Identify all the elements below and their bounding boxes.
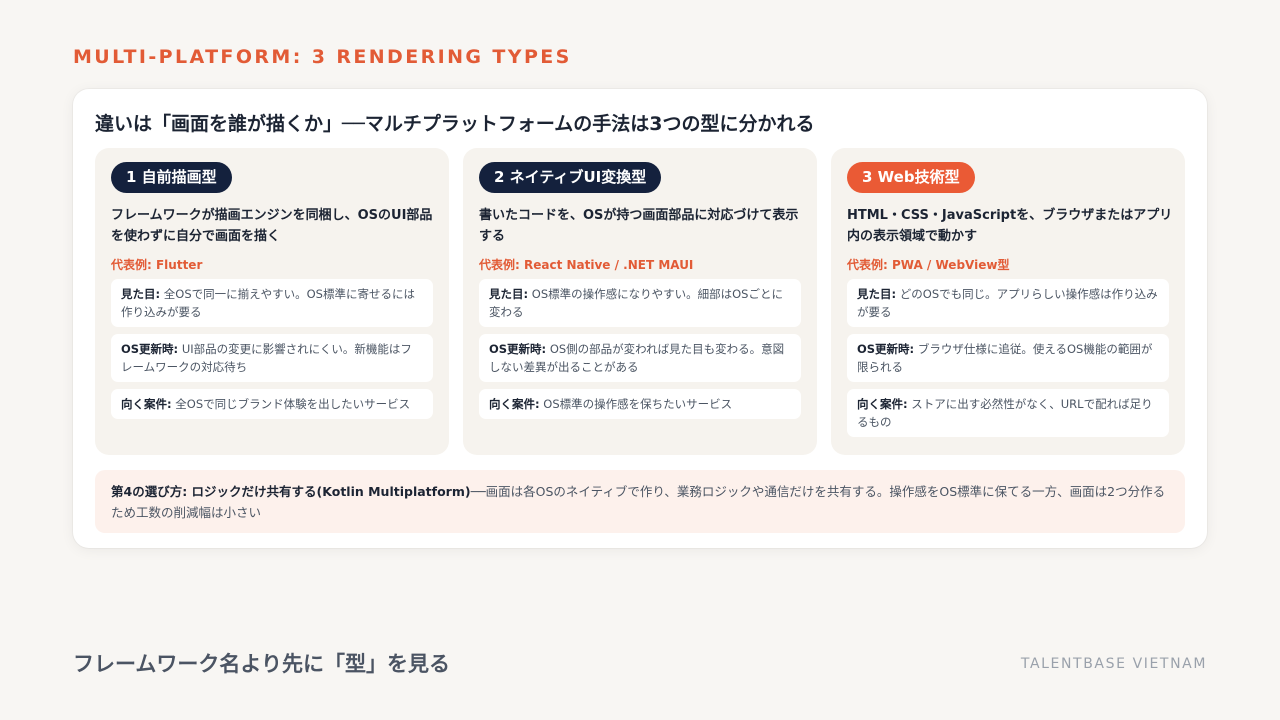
footer-title: フレームワーク名より先に「型」を見る (73, 652, 450, 676)
item-label: OS更新時: (121, 342, 179, 356)
type-badge: 1 自前描画型 (111, 162, 232, 193)
item-label: 見た目: (121, 287, 161, 301)
type-description: HTML・CSS・JavaScriptを、ブラウザまたはアプリ内の表示領域で動か… (847, 208, 1173, 244)
footer-brand: TALENTBASE VIETNAM (1020, 656, 1207, 672)
type-description: 書いたコードを、OSが持つ画面部品に対応づけて表示する (479, 208, 799, 244)
type-items: 見た目: どのOSでも同じ。アプリらしい操作感は作り込みが要る OS更新時: ブ… (847, 279, 1169, 444)
type-badge: 3 Web技術型 (847, 162, 975, 193)
list-item: 見た目: 全OSで同一に揃えやすい。OS標準に寄せるには作り込みが要る (111, 279, 433, 327)
item-label: OS更新時: (857, 342, 915, 356)
item-label: 見た目: (857, 287, 897, 301)
type-badge: 2 ネイティブUI変換型 (479, 162, 662, 193)
item-label: 向く案件: (489, 397, 540, 411)
list-item: OS更新時: ブラウザ仕様に追従。使えるOS機能の範囲が限られる (847, 334, 1169, 382)
list-item: 見た目: どのOSでも同じ。アプリらしい操作感は作り込みが要る (847, 279, 1169, 327)
item-label: 向く案件: (857, 397, 908, 411)
type-description: フレームワークが描画エンジンを同梱し、OSのUI部品を使わずに自分で画面を描く (111, 208, 433, 244)
item-text: どのOSでも同じ。アプリらしい操作感は作り込みが要る (857, 287, 1158, 319)
type-items: 見た目: 全OSで同一に揃えやすい。OS標準に寄せるには作り込みが要る OS更新… (111, 279, 433, 426)
type-example: 代表例: React Native / .NET MAUI (479, 258, 694, 272)
item-text: OS標準の操作感を保ちたいサービス (543, 397, 733, 411)
item-text: OS標準の操作感になりやすい。細部はOSごとに変わる (489, 287, 783, 319)
item-label: 見た目: (489, 287, 529, 301)
type-items: 見た目: OS標準の操作感になりやすい。細部はOSごとに変わる OS更新時: O… (479, 279, 801, 426)
item-label: 向く案件: (121, 397, 172, 411)
item-text: 全OSで同じブランド体験を出したいサービス (175, 397, 411, 411)
list-item: 見た目: OS標準の操作感になりやすい。細部はOSごとに変わる (479, 279, 801, 327)
type-column-web: 3 Web技術型 HTML・CSS・JavaScriptを、ブラウザまたはアプリ… (831, 148, 1185, 455)
note-label: 第4の選び方: ロジックだけ共有する(Kotlin Multiplatform) (111, 484, 471, 499)
type-column-native-ui: 2 ネイティブUI変換型 書いたコードを、OSが持つ画面部品に対応づけて表示する… (463, 148, 817, 455)
list-item: 向く案件: 全OSで同じブランド体験を出したいサービス (111, 389, 433, 419)
item-label: OS更新時: (489, 342, 547, 356)
fourth-option-note: 第4の選び方: ロジックだけ共有する(Kotlin Multiplatform)… (95, 470, 1185, 533)
type-column-self-rendering: 1 自前描画型 フレームワークが描画エンジンを同梱し、OSのUI部品を使わずに自… (95, 148, 449, 455)
list-item: 向く案件: ストアに出す必然性がなく、URLで配れば足りるもの (847, 389, 1169, 437)
content-card: 違いは「画面を誰が描くか」──マルチプラットフォームの手法は3つの型に分かれる … (73, 89, 1207, 548)
list-item: OS更新時: OS側の部品が変われば見た目も変わる。意図しない差異が出ることがあ… (479, 334, 801, 382)
list-item: OS更新時: UI部品の変更に影響されにくい。新機能はフレームワークの対応待ち (111, 334, 433, 382)
card-title: 違いは「画面を誰が描くか」──マルチプラットフォームの手法は3つの型に分かれる (95, 113, 815, 135)
type-example: 代表例: Flutter (111, 258, 203, 272)
type-example: 代表例: PWA / WebView型 (847, 258, 1010, 272)
section-eyebrow: MULTI-PLATFORM: 3 RENDERING TYPES (73, 46, 572, 68)
item-text: 全OSで同一に揃えやすい。OS標準に寄せるには作り込みが要る (121, 287, 415, 319)
list-item: 向く案件: OS標準の操作感を保ちたいサービス (479, 389, 801, 419)
